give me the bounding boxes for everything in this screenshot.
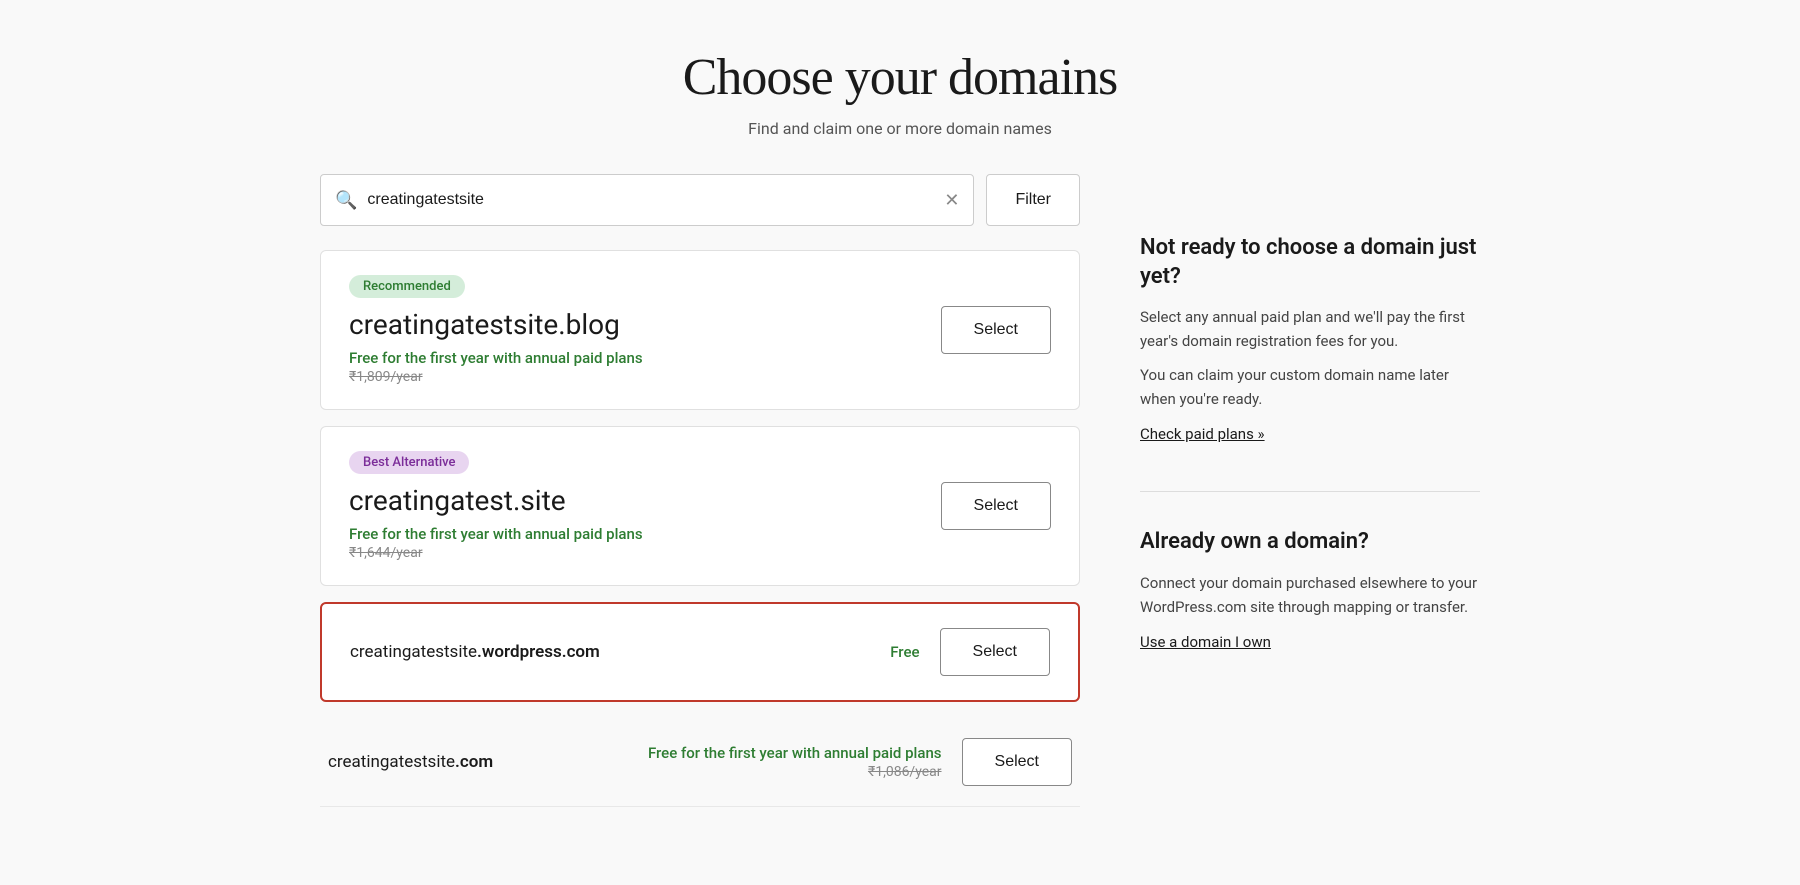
domain-free-label-blog: Free for the first year with annual paid… xyxy=(349,349,643,367)
domain-card-right-com: Free for the first year with annual paid… xyxy=(648,738,1072,786)
sidebar-section1-text2: You can claim your custom domain name la… xyxy=(1140,363,1480,411)
clear-icon[interactable]: ✕ xyxy=(944,190,959,211)
page-title: Choose your domains xyxy=(683,48,1118,107)
domain-card-com: creatingatestsite.com Free for the first… xyxy=(320,718,1080,807)
domain-card-left-site: Best Alternative creatingatest.site Free… xyxy=(349,451,643,561)
domain-free-label-com: Free for the first year with annual paid… xyxy=(648,744,942,762)
page-subtitle: Find and claim one or more domain names xyxy=(683,119,1118,138)
domain-card-right-blog: Select xyxy=(941,306,1051,354)
domain-price-blog: ₹1,809/year xyxy=(349,369,643,385)
page-container: Choose your domains Find and claim one o… xyxy=(0,0,1800,883)
domain-card-site: Best Alternative creatingatest.site Free… xyxy=(320,426,1080,586)
select-button-blog[interactable]: Select xyxy=(941,306,1051,354)
domain-name-wordpress: creatingatestsite.wordpress.com xyxy=(350,642,600,662)
domain-card-left-com: creatingatestsite.com xyxy=(328,752,493,772)
sidebar: Not ready to choose a domain just yet? S… xyxy=(1140,174,1480,823)
sidebar-section2-title: Already own a domain? xyxy=(1140,528,1480,557)
search-input[interactable] xyxy=(367,191,944,209)
select-button-com[interactable]: Select xyxy=(962,738,1072,786)
domain-card-left-wordpress: creatingatestsite.wordpress.com xyxy=(350,642,600,662)
main-content: 🔍 ✕ Filter Recommended creatingatestsite… xyxy=(320,174,1080,823)
sidebar-section-not-ready: Not ready to choose a domain just yet? S… xyxy=(1140,234,1480,443)
domain-card-right-wordpress: Free Select xyxy=(890,628,1050,676)
select-button-wordpress[interactable]: Select xyxy=(940,628,1050,676)
search-input-wrapper: 🔍 ✕ xyxy=(320,174,974,226)
sidebar-section-own-domain: Already own a domain? Connect your domai… xyxy=(1140,528,1480,651)
page-header: Choose your domains Find and claim one o… xyxy=(683,48,1118,138)
search-icon: 🔍 xyxy=(335,190,357,211)
domain-name-site: creatingatest.site xyxy=(349,484,643,517)
sidebar-section1-title: Not ready to choose a domain just yet? xyxy=(1140,234,1480,291)
domain-card-left-blog: Recommended creatingatestsite.blog Free … xyxy=(349,275,643,385)
sidebar-divider xyxy=(1140,491,1480,492)
domain-price-site: ₹1,644/year xyxy=(349,545,643,561)
select-button-site[interactable]: Select xyxy=(941,482,1051,530)
filter-button[interactable]: Filter xyxy=(986,174,1080,226)
domain-name-com: creatingatestsite.com xyxy=(328,752,493,772)
domain-card-wordpress: creatingatestsite.wordpress.com Free Sel… xyxy=(320,602,1080,702)
free-tag-wordpress: Free xyxy=(890,643,919,661)
sidebar-section1-text1: Select any annual paid plan and we'll pa… xyxy=(1140,305,1480,353)
domain-name-blog: creatingatestsite.blog xyxy=(349,308,643,341)
badge-recommended: Recommended xyxy=(349,275,465,298)
content-area: 🔍 ✕ Filter Recommended creatingatestsite… xyxy=(230,174,1570,823)
domain-card-blog: Recommended creatingatestsite.blog Free … xyxy=(320,250,1080,410)
use-domain-i-own-link[interactable]: Use a domain I own xyxy=(1140,633,1271,651)
domain-price-com: ₹1,086/year xyxy=(648,764,942,780)
check-paid-plans-link[interactable]: Check paid plans » xyxy=(1140,425,1265,443)
sidebar-section2-text1: Connect your domain purchased elsewhere … xyxy=(1140,571,1480,619)
domain-free-label-site: Free for the first year with annual paid… xyxy=(349,525,643,543)
domain-card-right-site: Select xyxy=(941,482,1051,530)
badge-best-alt: Best Alternative xyxy=(349,451,469,474)
search-bar: 🔍 ✕ Filter xyxy=(320,174,1080,226)
